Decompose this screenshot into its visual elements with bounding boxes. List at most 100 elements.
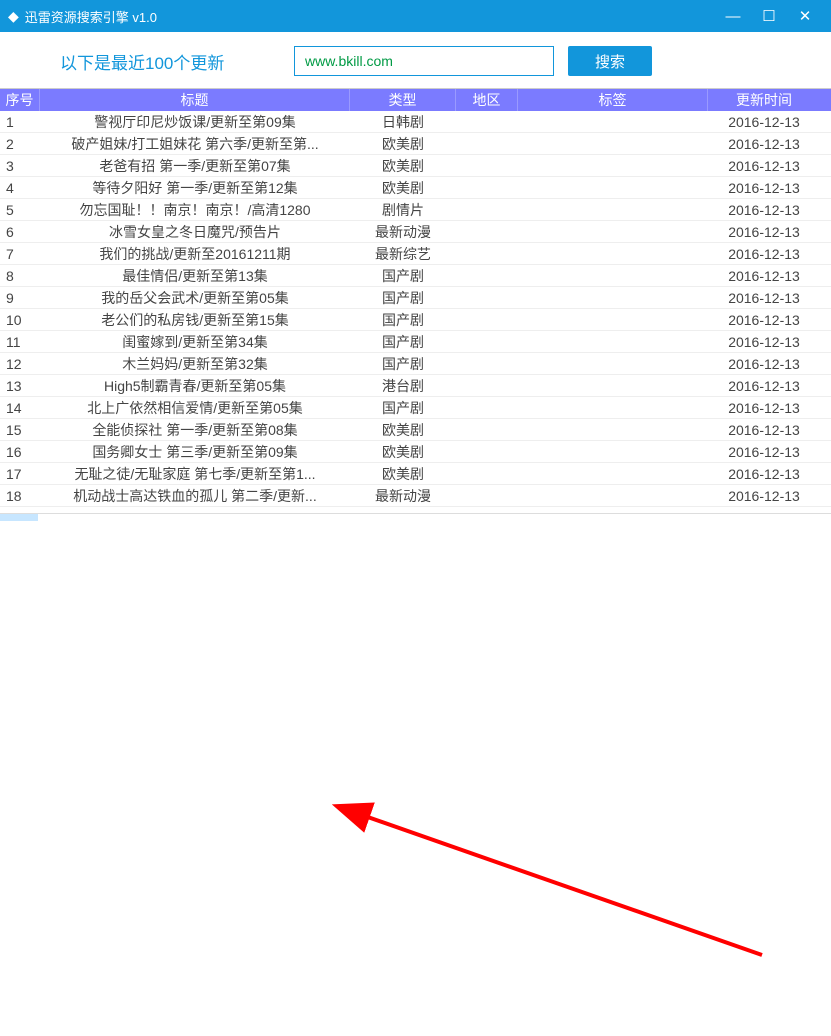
cell-index: 10 [0,312,40,328]
table-row[interactable]: 7我们的挑战/更新至20161211期最新综艺2016-12-13 [0,243,831,265]
recent-updates-label: 以下是最近100个更新 [16,49,280,74]
cell-type: 欧美剧 [350,442,456,462]
cell-title: 闺蜜嫁到/更新至第34集 [40,332,350,352]
cell-title: 破产姐妹/打工姐妹花 第六季/更新至第... [40,134,350,154]
cell-title: 勿忘国耻！！南京！南京！/高清1280 [40,200,350,220]
result-table: 序号 标题 类型 地区 标签 更新时间 1警视厅印尼炒饭课/更新至第09集日韩剧… [0,88,831,515]
cell-title: 北上广依然相信爱情/更新至第05集 [40,398,350,418]
table-row[interactable]: 13High5制霸青春/更新至第05集港台剧 2016-12-13 [0,375,831,397]
cell-type: 欧美剧 [350,156,456,176]
table-row[interactable]: 14北上广依然相信爱情/更新至第05集国产剧2016-12-13 [0,397,831,419]
cell-time: 2016-12-13 [708,180,820,196]
table-row[interactable]: 6冰雪女皇之冬日魔咒/预告片最新动漫 2016-12-13 [0,221,831,243]
cell-type: 欧美剧 [350,464,456,484]
status-bar [0,513,831,521]
cell-time: 2016-12-13 [708,356,820,372]
table-header: 序号 标题 类型 地区 标签 更新时间 [0,89,831,111]
cell-title: 最佳情侣/更新至第13集 [40,266,350,286]
search-button[interactable]: 搜索 [568,46,652,76]
cell-title: 警视厅印尼炒饭课/更新至第09集 [40,112,350,132]
table-row[interactable]: 3老爸有招 第一季/更新至第07集欧美剧2016-12-13 [0,155,831,177]
table-row[interactable]: 9我的岳父会武术/更新至第05集国产剧2016-12-13 [0,287,831,309]
cell-time: 2016-12-13 [708,444,820,460]
table-row[interactable]: 18机动战士高达铁血的孤儿 第二季/更新...最新动漫2016-12-13 [0,485,831,507]
cell-index: 12 [0,356,40,372]
cell-type: 国产剧 [350,310,456,330]
cell-time: 2016-12-13 [708,466,820,482]
cell-index: 9 [0,290,40,306]
cell-title: 我的岳父会武术/更新至第05集 [40,288,350,308]
table-row[interactable]: 2破产姐妹/打工姐妹花 第六季/更新至第...欧美剧 2016-12-13 [0,133,831,155]
cell-title: 木兰妈妈/更新至第32集 [40,354,350,374]
table-body[interactable]: 1警视厅印尼炒饭课/更新至第09集日韩剧2016-12-132破产姐妹/打工姐妹… [0,111,831,515]
cell-type: 日韩剧 [350,112,456,132]
cell-time: 2016-12-13 [708,202,820,218]
search-input[interactable] [294,46,554,76]
cell-type: 剧情片 [350,200,456,220]
cell-title: 冰雪女皇之冬日魔咒/预告片 [40,222,350,242]
cell-index: 2 [0,136,40,152]
cell-time: 2016-12-13 [708,312,820,328]
table-row[interactable]: 10老公们的私房钱/更新至第15集国产剧 2016-12-13 [0,309,831,331]
cell-title: 老公们的私房钱/更新至第15集 [40,310,350,330]
cell-title: 无耻之徒/无耻家庭 第七季/更新至第1... [40,464,350,484]
cell-type: 国产剧 [350,398,456,418]
col-type[interactable]: 类型 [350,89,456,111]
minimize-button[interactable]: — [715,8,751,25]
cell-time: 2016-12-13 [708,136,820,152]
table-row[interactable]: 11闺蜜嫁到/更新至第34集国产剧2016-12-13 [0,331,831,353]
cell-index: 7 [0,246,40,262]
col-title[interactable]: 标题 [40,89,350,111]
cell-title: 机动战士高达铁血的孤儿 第二季/更新... [40,486,350,506]
cell-time: 2016-12-13 [708,114,820,130]
cell-time: 2016-12-13 [708,334,820,350]
table-row[interactable]: 15全能侦探社 第一季/更新至第08集欧美剧2016-12-13 [0,419,831,441]
col-region[interactable]: 地区 [456,89,518,111]
cell-time: 2016-12-13 [708,158,820,174]
maximize-button[interactable]: ☐ [751,7,787,25]
cell-index: 16 [0,444,40,460]
toolbar: 以下是最近100个更新 搜索 [0,32,831,88]
cell-time: 2016-12-13 [708,290,820,306]
cell-type: 最新动漫 [350,222,456,242]
cell-index: 4 [0,180,40,196]
table-row[interactable]: 1警视厅印尼炒饭课/更新至第09集日韩剧 2016-12-13 [0,111,831,133]
titlebar[interactable]: ◆ 迅雷资源搜索引擎 v1.0 — ☐ ✕ [0,0,831,32]
cell-type: 港台剧 [350,376,456,396]
table-row[interactable]: 12木兰妈妈/更新至第32集国产剧 2016-12-13 [0,353,831,375]
table-row[interactable]: 8最佳情侣/更新至第13集国产剧 2016-12-13 [0,265,831,287]
annotation-arrow [0,515,831,1036]
cell-time: 2016-12-13 [708,246,820,262]
cell-type: 欧美剧 [350,420,456,440]
col-time[interactable]: 更新时间 [708,89,820,111]
cell-type: 欧美剧 [350,178,456,198]
cell-title: 我们的挑战/更新至20161211期 [40,244,350,264]
col-index[interactable]: 序号 [0,89,40,111]
app-icon: ◆ [8,8,19,25]
cell-type: 国产剧 [350,332,456,352]
table-row[interactable]: 17无耻之徒/无耻家庭 第七季/更新至第1...欧美剧 2016-12-13 [0,463,831,485]
window-title: 迅雷资源搜索引擎 v1.0 [25,7,157,26]
cell-index: 6 [0,224,40,240]
cell-index: 13 [0,378,40,394]
cell-type: 国产剧 [350,354,456,374]
table-row[interactable]: 16国务卿女士 第三季/更新至第09集欧美剧 2016-12-13 [0,441,831,463]
cell-index: 5 [0,202,40,218]
close-button[interactable]: ✕ [787,7,823,25]
cell-title: 国务卿女士 第三季/更新至第09集 [40,442,350,462]
cell-time: 2016-12-13 [708,422,820,438]
cell-index: 8 [0,268,40,284]
cell-type: 国产剧 [350,266,456,286]
cell-index: 17 [0,466,40,482]
table-row[interactable]: 4等待夕阳好 第一季/更新至第12集欧美剧2016-12-13 [0,177,831,199]
cell-time: 2016-12-13 [708,488,820,504]
cell-index: 1 [0,114,40,130]
table-row[interactable]: 5勿忘国耻！！南京！南京！/高清1280剧情片 2016-12-13 [0,199,831,221]
cell-type: 欧美剧 [350,134,456,154]
cell-title: High5制霸青春/更新至第05集 [40,376,350,396]
cell-time: 2016-12-13 [708,268,820,284]
cell-time: 2016-12-13 [708,224,820,240]
cell-type: 最新动漫 [350,486,456,506]
cell-time: 2016-12-13 [708,378,820,394]
col-tag[interactable]: 标签 [518,89,708,111]
